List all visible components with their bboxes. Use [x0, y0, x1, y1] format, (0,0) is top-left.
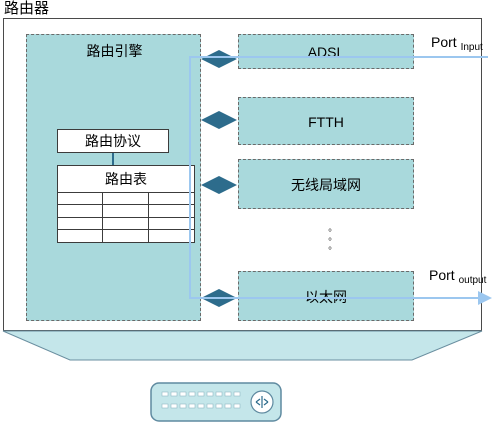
projection-trapezoid	[2, 330, 483, 361]
port-path-line	[189, 56, 488, 299]
router-device-icon	[150, 382, 282, 422]
diagram-graphics	[2, 50, 492, 422]
